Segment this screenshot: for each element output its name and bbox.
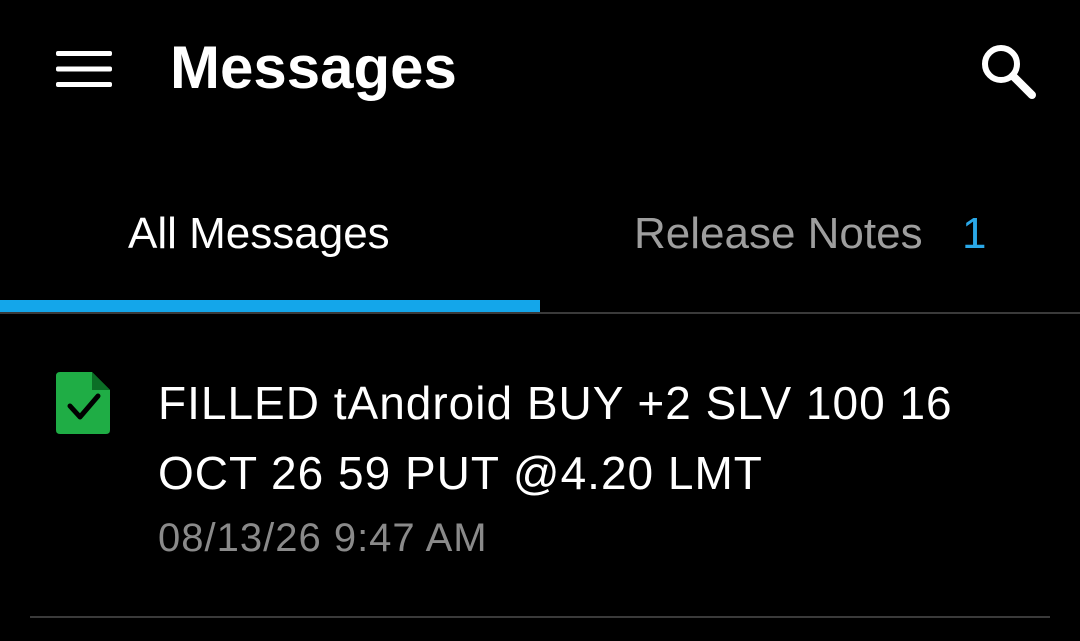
tab-label: All Messages [128,209,390,258]
message-timestamp: 08/13/26 9:47 AM [158,516,488,560]
message-list-item[interactable]: FILLED tAndroid BUY +2 SLV 100 16 OCT 26… [0,350,1080,620]
divider [0,312,1080,314]
search-icon [982,45,1036,99]
unread-count-badge: 1 [962,209,987,258]
hamburger-menu-icon [56,51,112,87]
tab-all-messages[interactable]: All Messages [0,180,540,312]
message-text: FILLED tAndroid BUY +2 SLV 100 16 OCT 26… [158,377,953,499]
tab-release-notes[interactable]: Release Notes 1 [540,180,1080,312]
menu-button[interactable] [44,36,124,102]
tab-label: Release Notes [634,209,923,258]
app-bar: Messages [0,0,1080,140]
filled-order-document-icon [56,372,110,434]
search-button[interactable] [970,36,1046,106]
divider [30,616,1050,618]
page-title: Messages [170,34,457,101]
selected-tab-indicator [0,300,540,312]
tab-bar: All Messages Release Notes 1 [0,180,1080,316]
